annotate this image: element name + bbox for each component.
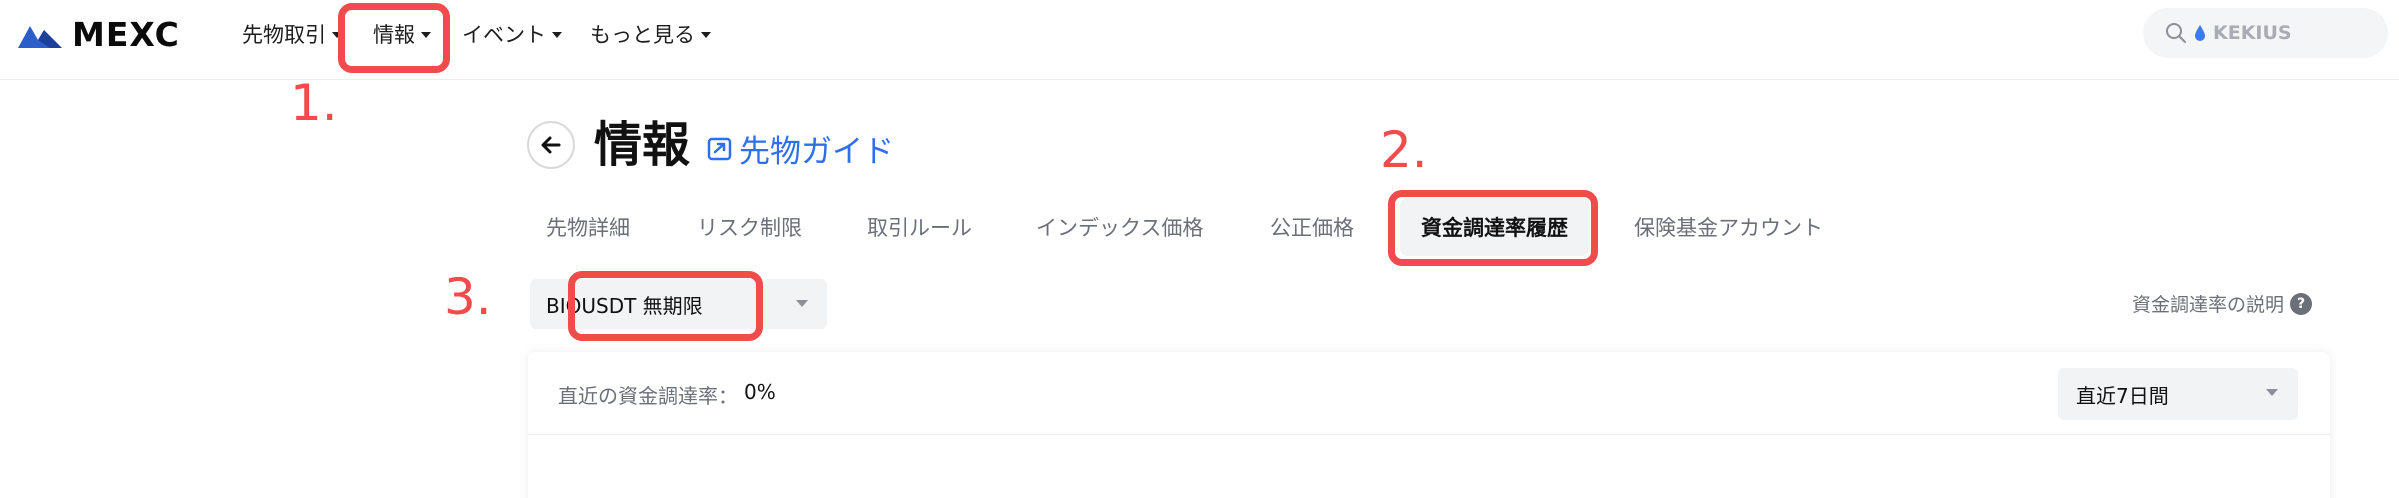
logo-text: MEXC — [72, 15, 180, 54]
tab-risk-limits[interactable]: リスク制限 — [697, 214, 802, 242]
tab-insurance-fund[interactable]: 保険基金アカウント — [1634, 214, 1823, 242]
caret-down-icon — [2266, 389, 2278, 396]
period-select[interactable]: 直近7日間 — [2058, 368, 2298, 420]
caret-down-icon — [701, 32, 711, 38]
back-button[interactable] — [527, 121, 575, 169]
nav-more-label: もっと見る — [590, 23, 695, 47]
annotation-step-3: 3. — [444, 268, 492, 326]
nav-events-menu[interactable]: イベント — [462, 20, 562, 48]
nav-info-menu[interactable]: 情報 — [373, 20, 431, 48]
mexc-logo-icon — [18, 26, 62, 48]
annotation-step-1: 1. — [290, 74, 338, 132]
divider — [528, 434, 2330, 435]
guide-icon — [707, 137, 732, 160]
question-icon: ? — [2290, 292, 2313, 315]
caret-down-icon — [332, 32, 342, 38]
search-icon — [2166, 23, 2186, 43]
caret-down-icon — [796, 300, 808, 307]
search-box[interactable] — [2143, 8, 2388, 58]
futures-guide-label: 先物ガイド — [739, 134, 894, 170]
mexc-logo[interactable]: MEXC — [16, 18, 180, 52]
latest-funding-rate-value: 0% — [744, 380, 776, 404]
nav-futures-menu[interactable]: 先物取引 — [242, 20, 342, 48]
tab-index-price[interactable]: インデックス価格 — [1036, 214, 1203, 242]
search-input[interactable] — [2213, 22, 2363, 44]
page-title: 情報 — [594, 117, 691, 173]
symbol-select-value: BIOUSDT 無期限 — [546, 294, 703, 318]
explain-link-label: 資金調達率の説明 — [2132, 294, 2285, 316]
droplet-icon — [2195, 25, 2205, 41]
funding-rate-explanation-link[interactable]: 資金調達率の説明 ? — [2132, 290, 2313, 317]
annotation-step-2: 2. — [1380, 121, 1428, 179]
latest-funding-rate-label: 直近の資金調達率： — [558, 384, 738, 408]
symbol-select[interactable]: BIOUSDT 無期限 — [530, 279, 827, 329]
futures-guide-link[interactable]: 先物ガイド — [707, 126, 894, 171]
period-select-value: 直近7日間 — [2076, 384, 2169, 408]
tab-fair-price[interactable]: 公正価格 — [1270, 214, 1354, 242]
arrow-left-icon — [541, 136, 561, 154]
tab-contract-details[interactable]: 先物詳細 — [546, 214, 630, 242]
caret-down-icon — [552, 32, 562, 38]
nav-info-label: 情報 — [373, 23, 415, 47]
top-navigation-bar: MEXC 先物取引 情報 イベント もっと見る — [0, 0, 2399, 80]
nav-futures-label: 先物取引 — [242, 23, 326, 47]
nav-more-menu[interactable]: もっと見る — [590, 20, 711, 48]
caret-down-icon — [421, 32, 431, 38]
funding-rate-card: 直近の資金調達率： 0% 直近7日間 — [528, 352, 2330, 498]
nav-events-label: イベント — [462, 23, 546, 47]
tab-funding-rate-history[interactable]: 資金調達率履歴 — [1421, 214, 1568, 242]
tab-trading-rules[interactable]: 取引ルール — [867, 214, 972, 242]
